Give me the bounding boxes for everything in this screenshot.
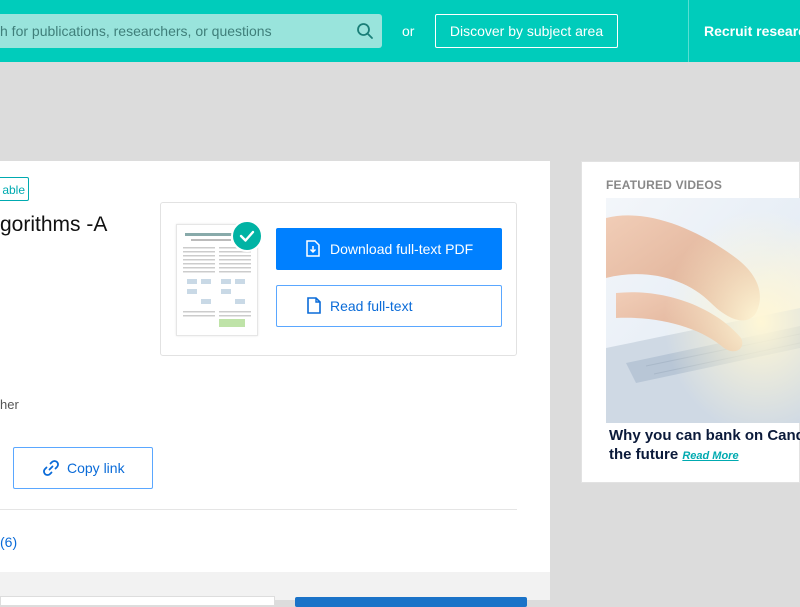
- search-input[interactable]: h for publications, researchers, or ques…: [0, 14, 382, 48]
- video-headline-line2: the future: [609, 446, 679, 463]
- references-count-link[interactable]: (6): [0, 534, 17, 550]
- file-icon: [307, 297, 321, 314]
- bottom-input-field[interactable]: [0, 596, 275, 606]
- featured-videos-heading: FEATURED VIDEOS: [606, 178, 723, 192]
- section-divider: [0, 509, 517, 510]
- author-text: her: [0, 397, 19, 412]
- discover-by-subject-button[interactable]: Discover by subject area: [435, 14, 618, 48]
- download-pdf-button[interactable]: Download full-text PDF: [276, 228, 502, 270]
- video-headline-line1: Why you can bank on Cand: [609, 427, 800, 444]
- copy-link-label: Copy link: [67, 460, 125, 476]
- read-full-text-button[interactable]: Read full-text: [276, 285, 502, 327]
- availability-badge: able: [0, 177, 29, 201]
- search-icon[interactable]: [356, 22, 374, 40]
- download-file-icon: [306, 240, 320, 257]
- publication-title: gorithms -A: [0, 213, 108, 236]
- or-label: or: [402, 23, 415, 39]
- read-full-text-label: Read full-text: [330, 298, 413, 314]
- video-thumbnail[interactable]: [606, 198, 800, 423]
- recruit-researchers-link[interactable]: Recruit researchers: [704, 23, 800, 39]
- download-pdf-label: Download full-text PDF: [330, 241, 474, 257]
- copy-link-button[interactable]: Copy link: [13, 447, 153, 489]
- top-navigation-bar: h for publications, researchers, or ques…: [0, 0, 800, 62]
- search-placeholder: h for publications, researchers, or ques…: [0, 23, 272, 39]
- check-icon: [239, 230, 255, 242]
- available-check-badge: [231, 220, 263, 252]
- nav-divider: [688, 0, 689, 62]
- link-icon: [43, 460, 59, 476]
- read-more-link[interactable]: Read More: [682, 450, 738, 462]
- video-headline[interactable]: Why you can bank on Cand the future Read…: [609, 426, 800, 466]
- bottom-action-button[interactable]: [295, 597, 527, 607]
